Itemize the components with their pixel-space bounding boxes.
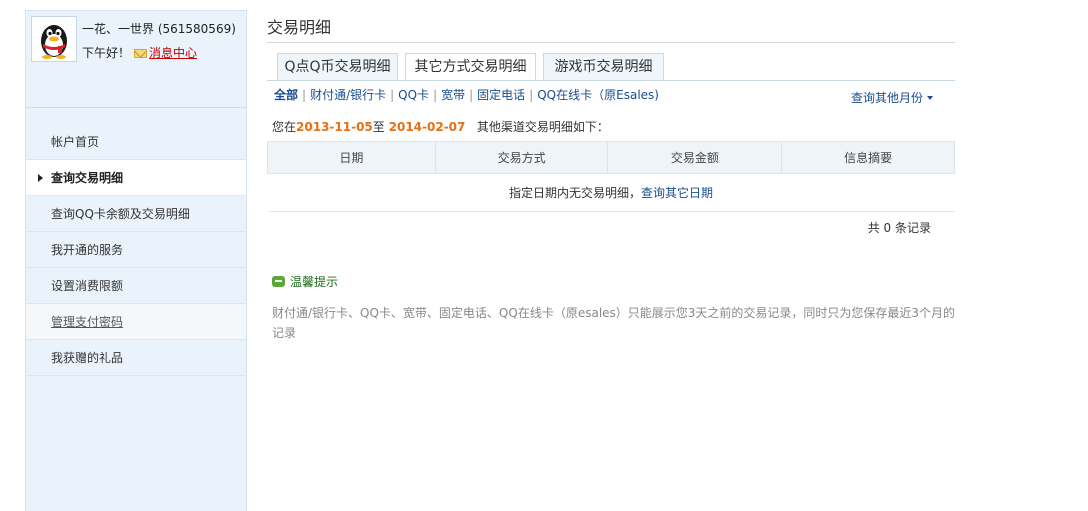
column-header-date: 日期: [267, 141, 436, 174]
filter-tenpay-bank[interactable]: 财付通/银行卡: [310, 88, 386, 102]
profile-panel: 一花、一世界 (561580569) 下午好！ 消息中心: [26, 11, 246, 108]
column-header-summary: 信息摘要: [781, 141, 955, 174]
sidebar-item-label: 查询QQ卡余额及交易明细: [51, 207, 190, 221]
filter-separator: |: [529, 88, 534, 102]
sidebar: 一花、一世界 (561580569) 下午好！ 消息中心 帐户首页 查询交易明细 …: [25, 10, 247, 511]
greeting-line: 下午好！ 消息中心: [82, 44, 197, 61]
filter-separator: |: [302, 88, 307, 102]
record-count: 共 0 条记录: [867, 221, 931, 235]
sidebar-item-payment-password[interactable]: 管理支付密码: [26, 304, 246, 340]
sidebar-item-label: 管理支付密码: [51, 315, 124, 329]
caret-down-icon: [927, 96, 933, 100]
mail-icon: [134, 49, 148, 58]
table-header-row: 日期 交易方式 交易金额 信息摘要: [267, 141, 955, 174]
sidebar-item-label: 我开通的服务: [51, 243, 124, 257]
range-end-date: 2014-02-07: [388, 120, 466, 134]
sidebar-item-label: 设置消费限额: [51, 279, 124, 293]
tab-qpoint-qcoin[interactable]: Q点Q币交易明细: [277, 53, 398, 81]
other-months-dropdown[interactable]: 查询其他月份: [851, 89, 933, 106]
range-suffix: 其他渠道交易明细如下：: [476, 120, 609, 134]
sidebar-item-label: 查询交易明细: [51, 171, 124, 185]
username: 一花、一世界 (561580569): [82, 22, 236, 36]
sidebar-item-qq-card-balance[interactable]: 查询QQ卡余额及交易明细: [26, 196, 246, 232]
filter-separator: |: [433, 88, 438, 102]
column-header-method: 交易方式: [434, 141, 609, 174]
range-prefix: 您在: [272, 120, 297, 134]
page-title: 交易明细: [267, 18, 332, 37]
range-middle: 至: [372, 120, 385, 134]
title-divider: [267, 42, 955, 43]
sidebar-item-label: 帐户首页: [51, 135, 100, 149]
tip-title: 温馨提示: [290, 275, 339, 289]
filter-broadband[interactable]: 宽带: [441, 88, 465, 102]
filter-qq-card[interactable]: QQ卡: [398, 88, 429, 102]
transactions-table: 日期 交易方式 交易金额 信息摘要 指定日期内无交易明细，查询其它日期: [267, 141, 955, 212]
empty-row: 指定日期内无交易明细，查询其它日期: [267, 173, 955, 212]
sidebar-nav: 帐户首页 查询交易明细 查询QQ卡余额及交易明细 我开通的服务 设置消费限额 管…: [26, 124, 246, 376]
filter-landline[interactable]: 固定电话: [477, 88, 525, 102]
sidebar-item-transactions[interactable]: 查询交易明细: [26, 160, 246, 196]
filter-qq-online-card[interactable]: QQ在线卡（原Esales): [537, 88, 659, 102]
qq-penguin-icon: [41, 25, 67, 59]
filter-bar: 全部 | 财付通/银行卡 | QQ卡 | 宽带 | 固定电话 | QQ在线卡（原Esales): [274, 86, 659, 103]
avatar[interactable]: [31, 16, 77, 62]
filter-all[interactable]: 全部: [274, 88, 298, 102]
other-months-label: 查询其他月份: [850, 91, 923, 105]
sidebar-item-account-home[interactable]: 帐户首页: [26, 124, 246, 160]
message-center-link[interactable]: 消息中心: [149, 46, 197, 60]
sidebar-item-my-services[interactable]: 我开通的服务: [26, 232, 246, 268]
sidebar-item-spending-limit[interactable]: 设置消费限额: [26, 268, 246, 304]
date-range-line: 您在2013-11-05至 2014-02-07 其他渠道交易明细如下：: [272, 118, 609, 135]
query-other-dates-link[interactable]: 查询其它日期: [641, 186, 713, 200]
speech-bubble-icon: [272, 276, 285, 287]
column-header-amount: 交易金额: [607, 141, 783, 174]
active-arrow-icon: [38, 174, 43, 182]
range-start-date: 2013-11-05: [296, 120, 373, 134]
greeting-text: 下午好！: [82, 46, 131, 60]
filter-separator: |: [390, 88, 395, 102]
filter-separator: |: [469, 88, 474, 102]
tip-text: 财付通/银行卡、QQ卡、宽带、固定电话、QQ在线卡（原esales）只能展示您3…: [272, 306, 956, 340]
tab-other-methods[interactable]: 其它方式交易明细: [405, 53, 536, 81]
sidebar-item-label: 我获赠的礼品: [51, 351, 124, 365]
sidebar-item-gifts[interactable]: 我获赠的礼品: [26, 340, 246, 376]
tab-divider: [267, 80, 955, 81]
tip-heading: 温馨提示: [272, 273, 338, 290]
tab-game-coin[interactable]: 游戏币交易明细: [543, 53, 664, 81]
empty-message: 指定日期内无交易明细，查询其它日期: [267, 173, 955, 212]
empty-text: 指定日期内无交易明细，: [508, 186, 641, 200]
